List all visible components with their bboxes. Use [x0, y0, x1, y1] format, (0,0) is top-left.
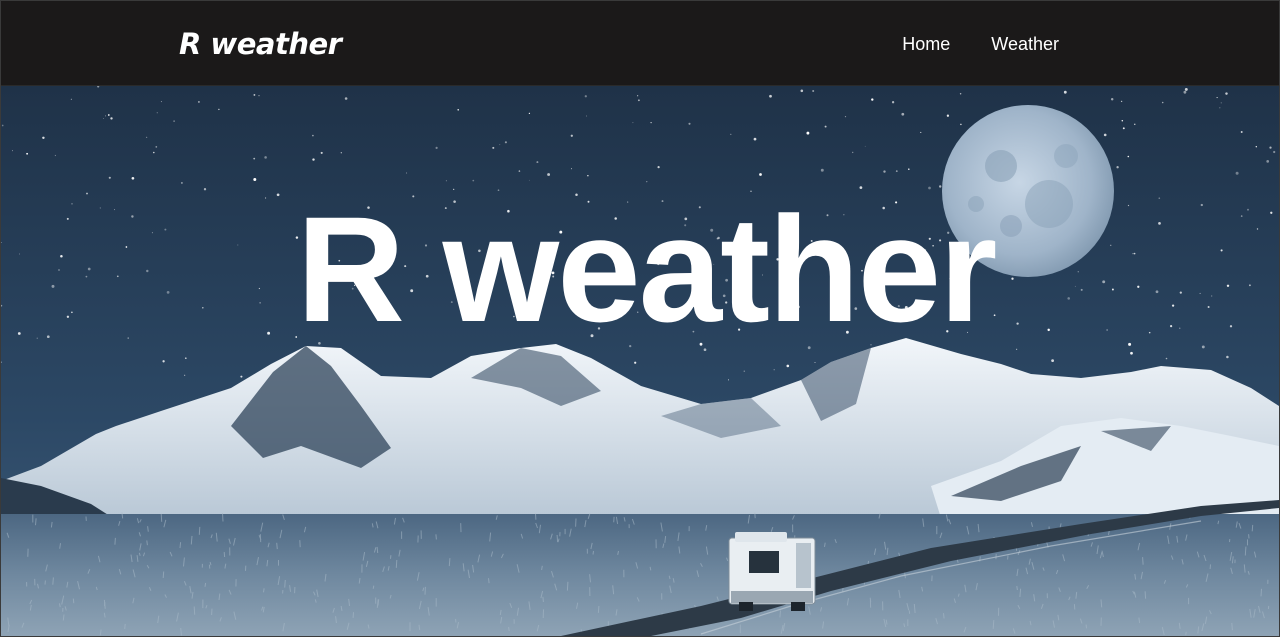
camper-van-image — [728, 532, 816, 611]
hero-title: R weather — [296, 185, 998, 353]
navbar: R weather Home Weather — [1, 1, 1279, 86]
hero-banner: R weather — [1, 86, 1279, 636]
brand-logo-link[interactable]: R weather — [179, 27, 342, 61]
nav-link-home[interactable]: Home — [902, 34, 950, 55]
nav-links: Home Weather — [902, 34, 1059, 55]
hero-background-image — [1, 86, 1279, 636]
page: R weather Home Weather R weather — [0, 0, 1280, 637]
nav-link-weather[interactable]: Weather — [991, 34, 1059, 55]
